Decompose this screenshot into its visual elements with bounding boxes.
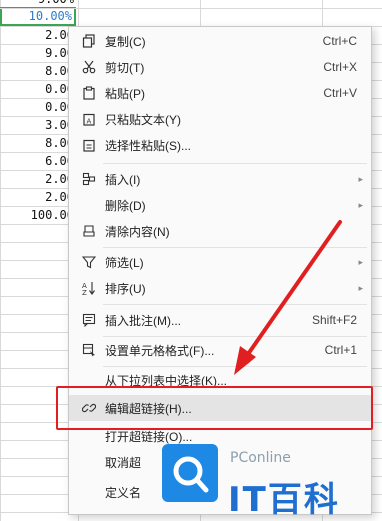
cell[interactable]: 100.00: [0, 206, 76, 224]
insert-icon: [77, 166, 101, 192]
submenu-arrow-icon: ▸: [358, 199, 363, 210]
menu-item-label: 粘贴(P): [105, 86, 145, 101]
menu-item-paste-special[interactable]: 选择性粘贴(S)...: [69, 132, 371, 158]
menu-item-label: 定义名: [105, 485, 142, 500]
menu-item-paste-text[interactable]: A 只粘贴文本(Y): [69, 106, 371, 132]
shortcut-text: Ctrl+C: [322, 34, 357, 48]
watermark: PConline IT百科: [156, 436, 374, 520]
menu-item-cut[interactable]: 剪切(T) Ctrl+X: [69, 54, 371, 80]
menu-item-delete[interactable]: 删除(D) ▸: [69, 192, 371, 218]
scissors-icon: [77, 54, 101, 80]
comment-icon: [77, 307, 101, 333]
watermark-brand-text: IT百科: [228, 480, 340, 520]
cell[interactable]: 2.00: [0, 26, 76, 44]
menu-item-label: 排序(U): [105, 281, 146, 296]
paste-icon: [77, 80, 101, 106]
sort-icon: AZ: [77, 275, 101, 301]
svg-text:A: A: [87, 118, 92, 126]
menu-item-label: 删除(D): [105, 198, 146, 213]
menu-item-label: 只粘贴文本(Y): [105, 112, 181, 127]
cell[interactable]: 9.00: [0, 44, 76, 62]
menu-separator: [103, 304, 367, 305]
shortcut-text: Ctrl+V: [323, 86, 357, 100]
menu-item-label: 剪切(T): [105, 60, 145, 75]
menu-item-label: 插入批注(M)...: [105, 313, 181, 328]
menu-item-insert-comment[interactable]: 插入批注(M)... Shift+F2: [69, 307, 371, 333]
menu-item-copy[interactable]: 复制(C) Ctrl+C: [69, 28, 371, 54]
menu-item-insert[interactable]: 插入(I) ▸: [69, 166, 371, 192]
format-cells-icon: [77, 337, 101, 363]
eraser-icon: [77, 218, 101, 244]
menu-item-format-cells[interactable]: 设置单元格格式(F)... Ctrl+1: [69, 337, 371, 363]
shortcut-text: Ctrl+X: [323, 60, 357, 74]
submenu-arrow-icon: ▸: [358, 173, 363, 184]
menu-item-label: 设置单元格格式(F)...: [105, 343, 215, 358]
menu-item-label: 复制(C): [105, 34, 146, 49]
cell[interactable]: 0.00: [0, 98, 76, 116]
cell[interactable]: 6.00: [0, 152, 76, 170]
filter-icon: [77, 249, 101, 275]
menu-item-clear-contents[interactable]: 清除内容(N): [69, 218, 371, 244]
shortcut-text: Shift+F2: [311, 313, 357, 327]
menu-item-label: 清除内容(N): [105, 224, 170, 239]
submenu-arrow-icon: ▸: [358, 256, 363, 267]
shortcut-text: Ctrl+1: [324, 343, 357, 357]
menu-item-sort[interactable]: AZ 排序(U) ▸: [69, 275, 371, 301]
paste-text-icon: A: [77, 106, 101, 132]
pconline-logo-icon: [162, 444, 218, 502]
svg-text:Z: Z: [82, 289, 87, 295]
menu-separator: [103, 247, 367, 248]
watermark-small-text: PConline: [230, 450, 291, 466]
menu-item-label: 插入(I): [105, 172, 141, 187]
menu-item-paste[interactable]: 粘贴(P) Ctrl+V: [69, 80, 371, 106]
copy-icon: [77, 28, 101, 54]
cell[interactable]: 2.00: [0, 188, 76, 206]
cell[interactable]: 8.00: [0, 62, 76, 80]
cell[interactable]: 2.00: [0, 170, 76, 188]
cell[interactable]: 8.00: [0, 134, 76, 152]
selected-cell[interactable]: 10.00%: [0, 7, 76, 26]
submenu-arrow-icon: ▸: [358, 282, 363, 293]
menu-item-label: 选择性粘贴(S)...: [105, 138, 191, 153]
menu-item-label: 筛选(L): [105, 255, 144, 270]
paste-special-icon: [77, 132, 101, 158]
menu-separator: [103, 163, 367, 164]
cell[interactable]: 0.00: [0, 80, 76, 98]
highlight-box: [56, 386, 373, 430]
menu-item-filter[interactable]: 筛选(L) ▸: [69, 249, 371, 275]
cell[interactable]: 3.00: [0, 116, 76, 134]
menu-item-label: 取消超: [105, 455, 142, 470]
